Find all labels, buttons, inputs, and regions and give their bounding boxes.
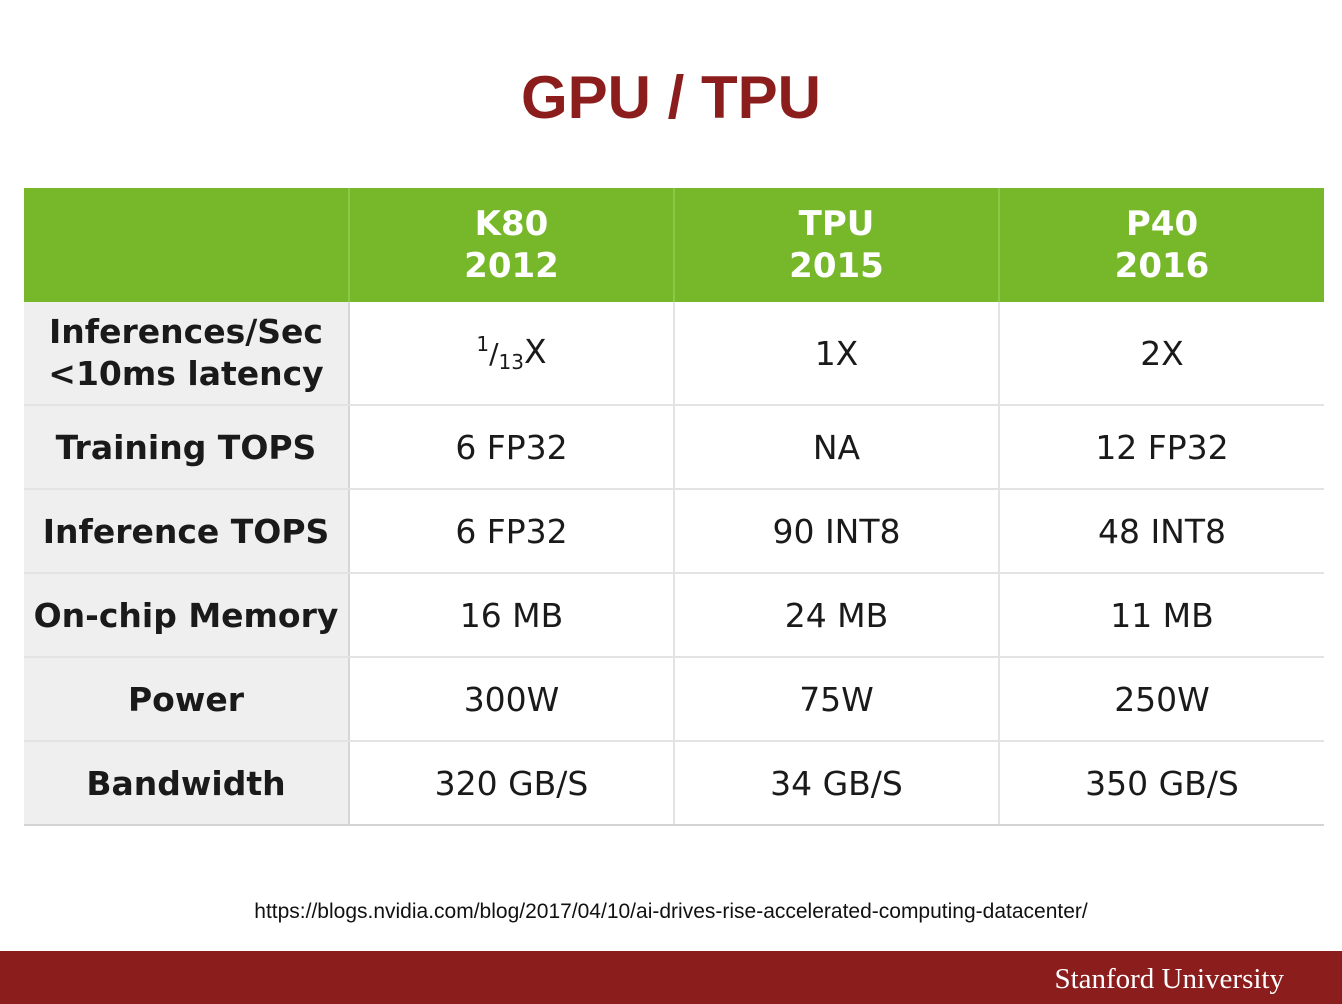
row-label-line: <10ms latency — [48, 354, 324, 393]
fraction-denominator: 13 — [498, 350, 524, 374]
fraction-suffix: X — [524, 332, 547, 371]
cell-tpu-power: 75W — [674, 657, 1000, 742]
header-tpu-year: 2015 — [789, 246, 884, 286]
row-label-inferences: Inferences/Sec <10ms latency — [24, 302, 350, 406]
row-label-bandwidth: Bandwidth — [24, 741, 350, 826]
cell-p40-training-tops: 12 FP32 — [999, 405, 1324, 490]
cell-tpu-bandwidth: 34 GB/S — [674, 741, 1000, 826]
header-p40-year: 2016 — [1114, 246, 1210, 286]
table-row: On-chip Memory 16 MB 24 MB 11 MB — [24, 573, 1324, 658]
cell-tpu-inferences: 1X — [674, 302, 1000, 406]
row-label-inference-tops: Inference TOPS — [24, 489, 350, 574]
cell-k80-inference-tops: 6 FP32 — [349, 489, 675, 574]
header-k80-year: 2012 — [464, 246, 559, 286]
cell-k80-memory: 16 MB — [349, 573, 675, 658]
header-k80-name: K80 — [474, 204, 549, 244]
source-link[interactable]: https://blogs.nvidia.com/blog/2017/04/10… — [0, 900, 1342, 924]
footer-bar: Stanford University — [0, 951, 1342, 1004]
slide-title: GPU / TPU — [520, 64, 822, 131]
header-tpu: TPU 2015 — [674, 188, 1000, 302]
header-empty-cell — [24, 188, 350, 302]
row-label-line: Inferences/Sec — [48, 312, 323, 351]
fraction-numerator: 1 — [476, 332, 490, 356]
header-p40-name: P40 — [1125, 204, 1199, 244]
table-header-row: K80 2012 TPU 2015 P40 2016 — [24, 188, 1324, 302]
header-k80: K80 2012 — [349, 188, 675, 302]
cell-k80-inferences: 1/13X — [349, 302, 675, 406]
table-row: Training TOPS 6 FP32 NA 12 FP32 — [24, 405, 1324, 490]
cell-p40-inference-tops: 48 INT8 — [999, 489, 1324, 574]
cell-k80-bandwidth: 320 GB/S — [349, 741, 675, 826]
cell-tpu-inference-tops: 90 INT8 — [674, 489, 1000, 574]
header-tpu-name: TPU — [798, 204, 875, 244]
comparison-table: K80 2012 TPU 2015 P40 2016 Inferences/Se… — [24, 188, 1324, 826]
table-row: Inference TOPS 6 FP32 90 INT8 48 INT8 — [24, 489, 1324, 574]
table-row: Bandwidth 320 GB/S 34 GB/S 350 GB/S — [24, 741, 1324, 826]
cell-p40-bandwidth: 350 GB/S — [999, 741, 1324, 826]
table-row: Inferences/Sec <10ms latency 1/13X 1X 2X — [24, 302, 1324, 406]
cell-p40-memory: 11 MB — [999, 573, 1324, 658]
row-label-training-tops: Training TOPS — [24, 405, 350, 490]
cell-p40-inferences: 2X — [999, 302, 1324, 406]
cell-tpu-training-tops: NA — [674, 405, 1000, 490]
row-label-on-chip-memory: On-chip Memory — [24, 573, 350, 658]
table-row: Power 300W 75W 250W — [24, 657, 1324, 742]
cell-k80-power: 300W — [349, 657, 675, 742]
cell-tpu-memory: 24 MB — [674, 573, 1000, 658]
row-label-power: Power — [24, 657, 350, 742]
cell-p40-power: 250W — [999, 657, 1324, 742]
stanford-logo-text: Stanford University — [1054, 963, 1284, 995]
cell-k80-training-tops: 6 FP32 — [349, 405, 675, 490]
header-p40: P40 2016 — [999, 188, 1324, 302]
fraction-slash: / — [489, 337, 499, 370]
